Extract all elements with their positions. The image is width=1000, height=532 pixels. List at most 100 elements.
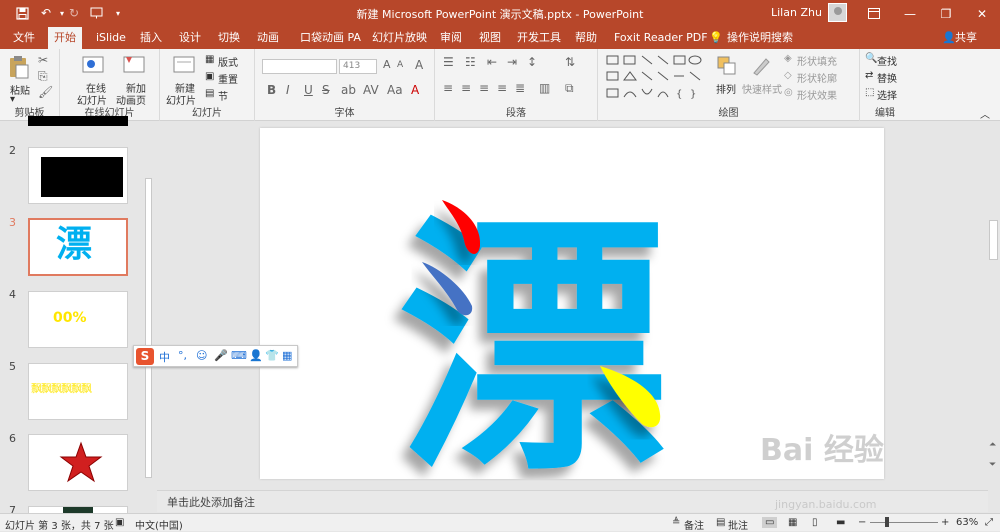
share-button[interactable]: 共享	[955, 27, 977, 49]
paste-icon[interactable]	[8, 55, 30, 79]
tab-review[interactable]: 审阅	[440, 27, 462, 49]
tab-design[interactable]: 设计	[179, 27, 201, 49]
microphone-icon[interactable]: 🎤	[214, 349, 228, 362]
layout-button[interactable]: 版式	[218, 54, 238, 69]
emoji-icon[interactable]: ☺	[196, 349, 207, 362]
arrange-icon[interactable]	[716, 55, 738, 77]
thumbnail-3[interactable]: 漂	[28, 218, 128, 276]
select-button[interactable]: 选择	[877, 87, 897, 102]
thumbnail-6[interactable]	[28, 434, 128, 491]
format-painter-icon[interactable]: 🖌	[38, 85, 53, 99]
share-icon[interactable]: 👤	[942, 27, 956, 49]
sogou-logo-icon[interactable]: S	[136, 348, 154, 365]
toolbox-icon[interactable]: ▦	[282, 349, 292, 362]
underline-button[interactable]: U	[304, 83, 313, 97]
ime-mode-toggle[interactable]: 中	[159, 349, 170, 365]
prev-slide-icon[interactable]: ⏶	[989, 440, 996, 450]
ribbon-display-options-icon[interactable]	[858, 0, 890, 27]
align-center-icon[interactable]: ≡	[461, 81, 471, 95]
quick-styles-button[interactable]: 快速样式	[742, 81, 782, 96]
thumbnail-1[interactable]	[28, 116, 128, 126]
new-slide-icon[interactable]	[173, 54, 195, 76]
canvas-scroll-thumb[interactable]	[989, 220, 998, 260]
bullets-icon[interactable]: ☰	[443, 55, 454, 69]
tab-view[interactable]: 视图	[479, 27, 501, 49]
strike-button[interactable]: S	[322, 83, 330, 97]
scroll-thumb[interactable]	[145, 178, 152, 478]
quick-styles-icon[interactable]	[750, 55, 772, 77]
next-slide-icon[interactable]: ⏷	[989, 460, 996, 470]
decrease-indent-icon[interactable]: ⇤	[487, 55, 497, 69]
comments-button[interactable]: 批注	[728, 517, 748, 532]
ime-toolbar[interactable]: S 中 °, ☺ 🎤 ⌨ 👤 👕 ▦	[133, 345, 298, 367]
ime-punct-toggle[interactable]: °,	[178, 349, 187, 362]
restore-icon[interactable]: ❐	[930, 0, 962, 27]
clear-format-icon[interactable]: A	[415, 58, 423, 72]
bold-button[interactable]: B	[267, 83, 276, 97]
font-color-icon[interactable]: A	[411, 83, 419, 97]
thumbnails-scrollbar[interactable]	[143, 126, 154, 512]
tab-transitions[interactable]: 切换	[218, 27, 240, 49]
keyboard-icon[interactable]: ⌨	[231, 349, 247, 362]
canvas-scrollbar[interactable]: ⏶ ⏷	[986, 122, 1000, 514]
spacing-icon[interactable]: AV	[363, 83, 379, 97]
language-indicator[interactable]: 中文(中国)	[135, 517, 183, 532]
justify-icon[interactable]: ≡	[497, 81, 507, 95]
zoom-slider-thumb[interactable]	[885, 517, 889, 527]
zoom-level[interactable]: 63%	[956, 517, 978, 528]
shapes-gallery[interactable]: { }	[604, 53, 706, 103]
avatar[interactable]	[828, 3, 847, 22]
tab-slideshow[interactable]: 幻灯片放映	[372, 27, 427, 49]
new-animation-icon[interactable]	[123, 54, 145, 76]
notes-placeholder[interactable]: 单击此处添加备注	[167, 494, 255, 510]
zoom-out-icon[interactable]: −	[858, 517, 866, 528]
shape-effects-button[interactable]: 形状效果	[797, 87, 837, 102]
collapse-ribbon-icon[interactable]: ︿	[980, 106, 990, 121]
zoom-in-icon[interactable]: +	[941, 517, 949, 528]
smartart-icon[interactable]: ⧉	[565, 81, 574, 96]
thumbnail-4[interactable]: 00%	[28, 291, 128, 348]
font-name-field[interactable]	[262, 59, 337, 74]
thumbnail-2[interactable]	[28, 147, 128, 204]
slide-sorter-icon[interactable]: ▦	[788, 517, 797, 528]
tab-help[interactable]: 帮助	[575, 27, 597, 49]
line-spacing-icon[interactable]: ↕	[527, 55, 537, 69]
replace-button[interactable]: 替换	[877, 70, 897, 85]
tab-developer[interactable]: 开发工具	[517, 27, 561, 49]
tab-insert[interactable]: 插入	[140, 27, 162, 49]
online-slide-icon[interactable]	[82, 54, 104, 76]
increase-indent-icon[interactable]: ⇥	[507, 55, 517, 69]
user-name[interactable]: Lilan Zhu	[771, 6, 822, 19]
font-size-field[interactable]: 413	[339, 59, 377, 74]
columns-icon[interactable]: ▥	[539, 81, 550, 95]
numbering-icon[interactable]: ☷	[465, 55, 476, 69]
user-icon[interactable]: 👤	[249, 349, 263, 362]
spelling-icon[interactable]: ▣	[115, 517, 124, 528]
slide-character[interactable]: 漂	[398, 192, 668, 507]
tell-me-search[interactable]: 操作说明搜索	[727, 27, 793, 49]
slideshow-view-icon[interactable]: ▬	[836, 517, 845, 528]
tab-foxit[interactable]: Foxit Reader PDF	[614, 27, 708, 49]
shape-outline-button[interactable]: 形状轮廓	[797, 70, 837, 85]
cut-icon[interactable]: ✂	[38, 53, 48, 67]
text-direction-icon[interactable]: ⇅	[565, 55, 575, 69]
change-case-icon[interactable]: Aa	[387, 83, 403, 97]
arrange-button[interactable]: 排列	[716, 81, 736, 96]
align-right-icon[interactable]: ≡	[479, 81, 489, 95]
reset-button[interactable]: 重置	[218, 71, 238, 86]
shape-fill-button[interactable]: 形状填充	[797, 53, 837, 68]
tab-file[interactable]: 文件	[13, 27, 35, 49]
align-left-icon[interactable]: ≡	[443, 81, 453, 95]
minimize-icon[interactable]: —	[894, 0, 926, 27]
tab-islide[interactable]: iSlide	[96, 27, 126, 49]
tab-animations[interactable]: 动画	[257, 27, 279, 49]
close-icon[interactable]: ✕	[966, 0, 998, 27]
normal-view-icon[interactable]: ▭	[762, 517, 778, 528]
slide-info[interactable]: 幻灯片 第 3 张，共 7 张	[5, 517, 114, 532]
fit-to-window-icon[interactable]: ⤢	[985, 517, 993, 528]
notes-button[interactable]: 备注	[684, 517, 704, 532]
italic-button[interactable]: I	[286, 83, 290, 97]
zoom-slider-track[interactable]	[870, 522, 938, 523]
distributed-icon[interactable]: ≣	[515, 81, 525, 95]
tab-home[interactable]: 开始	[48, 27, 82, 49]
